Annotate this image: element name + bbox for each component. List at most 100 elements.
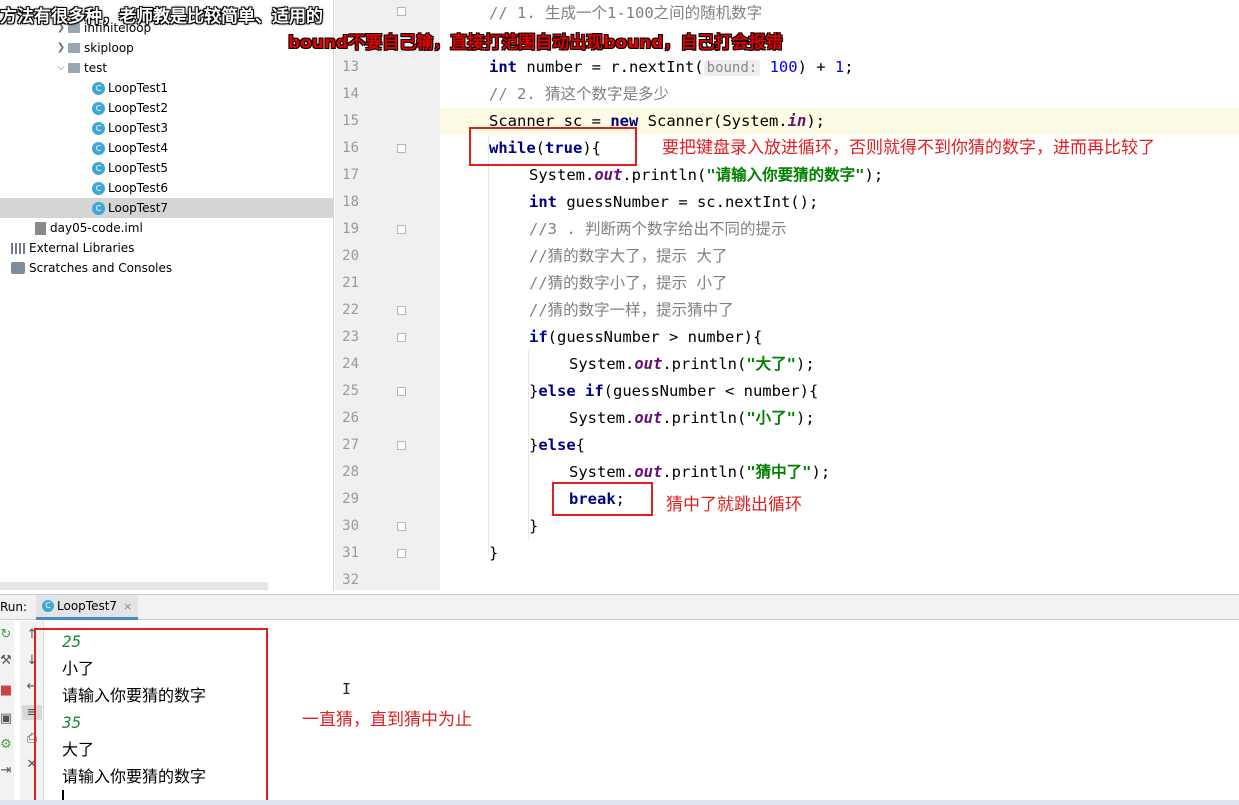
tree-item-looptest1[interactable]: C LoopTest1 — [92, 78, 168, 98]
code-line-12[interactable]: // 1. 生成一个1-100之间的随机数字 — [489, 0, 762, 27]
run-tab-looptest7[interactable]: C LoopTest7 × — [36, 595, 139, 620]
line-number: 26 — [342, 410, 359, 426]
tree-item-scratches[interactable]: Scratches and Consoles — [11, 258, 172, 278]
tree-item-looptest7[interactable]: C LoopTest7 — [0, 198, 333, 218]
line-number: 20 — [342, 248, 359, 264]
code-text: (guessNumber > number){ — [547, 328, 763, 346]
code-comment: // 1. 生成一个1-100之间的随机数字 — [489, 4, 763, 22]
annotation-break-note: 猜中了就跳出循环 — [666, 495, 802, 515]
line-number: 15 — [342, 113, 359, 129]
code-comment: // 2. 猜这个数字是多少 — [489, 85, 669, 103]
code-field: in — [787, 112, 807, 130]
chevron-right-icon[interactable]: ❯ — [54, 38, 68, 58]
module-file-icon — [35, 221, 46, 235]
tree-item-label: LoopTest3 — [108, 121, 169, 135]
fold-marker-icon[interactable] — [397, 225, 406, 234]
run-label: Run: — [0, 600, 28, 614]
annotation-box-break — [552, 482, 653, 516]
code-line-18[interactable]: int guessNumber = sc.nextInt(); — [529, 189, 818, 216]
stop-icon[interactable]: ■ — [0, 683, 16, 698]
tree-item-label: External Libraries — [29, 241, 135, 255]
tree-item-label: LoopTest5 — [108, 161, 169, 175]
code-keyword: else if — [538, 382, 604, 400]
tree-item-label: LoopTest7 — [108, 201, 169, 215]
tree-item-label: skiploop — [84, 41, 134, 55]
fold-marker-icon[interactable] — [397, 7, 406, 16]
close-icon[interactable]: × — [123, 600, 132, 613]
run-panel-header: Run: C LoopTest7 × — [0, 594, 1239, 620]
line-number: 22 — [342, 302, 359, 318]
tree-item-external-libraries[interactable]: External Libraries — [11, 238, 134, 258]
code-keyword: if — [529, 328, 548, 346]
code-line-14[interactable]: // 2. 猜这个数字是多少 — [489, 81, 669, 108]
code-text: System. — [569, 355, 635, 373]
tree-item-test[interactable]: ⌵ test — [54, 58, 107, 78]
line-number: 19 — [342, 221, 359, 237]
code-text: } — [529, 517, 539, 535]
tree-item-looptest6[interactable]: C LoopTest6 — [92, 178, 168, 198]
code-line-20[interactable]: //猜的数字大了，提示 大了 — [529, 243, 728, 270]
code-field: out — [634, 463, 663, 481]
code-line-13[interactable]: int number = r.nextInt(bound: 100) + 1; — [489, 54, 854, 81]
line-number: 30 — [342, 518, 359, 534]
code-line-31[interactable]: } — [489, 540, 498, 567]
code-text: } — [529, 382, 539, 400]
code-line-22[interactable]: //猜的数字一样，提示猜中了 — [529, 297, 734, 324]
code-string: "请输入你要猜的数字" — [706, 166, 865, 184]
tree-item-label: LoopTest2 — [108, 101, 169, 115]
tree-item-label: day05-code.iml — [50, 221, 143, 235]
code-line-30[interactable]: } — [529, 513, 538, 540]
java-class-icon: C — [92, 141, 105, 155]
line-number: 14 — [342, 86, 359, 102]
code-text: } — [489, 544, 499, 562]
code-line-25[interactable]: }else if(guessNumber < number){ — [529, 378, 818, 405]
code-line-23[interactable]: if(guessNumber > number){ — [529, 324, 762, 351]
tree-item-looptest3[interactable]: C LoopTest3 — [92, 118, 168, 138]
code-line-19[interactable]: //3 . 判断两个数字给出不同的提示 — [529, 216, 787, 243]
fold-marker-icon[interactable] — [397, 387, 406, 396]
line-number: 29 — [342, 491, 359, 507]
wrench-icon[interactable]: ⚒ — [0, 653, 16, 668]
code-line-27[interactable]: }else{ — [529, 432, 585, 459]
code-text: System. — [569, 463, 635, 481]
fold-marker-icon[interactable] — [397, 333, 406, 342]
rerun-icon[interactable]: ↻ — [0, 627, 16, 642]
tree-item-iml-file[interactable]: day05-code.iml — [35, 218, 143, 238]
annotation-console-note: 一直猜，直到猜中为止 — [302, 710, 472, 730]
fold-marker-icon[interactable] — [397, 549, 406, 558]
fold-marker-icon[interactable] — [397, 522, 406, 531]
annotation-box-console — [34, 628, 268, 805]
editor-gutter: 13 14 15 16 17 18 19 20 21 22 23 24 25 2… — [335, 0, 440, 590]
fold-marker-icon[interactable] — [397, 441, 406, 450]
code-text: ); — [796, 355, 815, 373]
horizontal-scrollbar[interactable] — [0, 582, 268, 590]
code-text: .println( — [622, 166, 707, 184]
line-number: 32 — [342, 572, 359, 588]
tree-item-looptest4[interactable]: C LoopTest4 — [92, 138, 168, 158]
login-icon[interactable]: ⇥ — [0, 763, 16, 778]
java-class-icon: C — [42, 600, 54, 612]
tree-item-skiploop[interactable]: ❯ skiploop — [54, 38, 134, 58]
indent-guide — [488, 135, 489, 555]
code-line-17[interactable]: System.out.println("请输入你要猜的数字"); — [529, 162, 883, 189]
code-text: { — [575, 436, 586, 454]
code-number: 100 — [769, 58, 798, 76]
code-line-21[interactable]: //猜的数字小了，提示 小了 — [529, 270, 728, 297]
code-keyword: else — [538, 436, 576, 454]
settings-icon[interactable]: ⚙ — [0, 737, 16, 752]
code-text: ); — [806, 112, 825, 130]
code-text: ; — [844, 58, 854, 76]
chevron-down-icon[interactable]: ⌵ — [54, 58, 68, 78]
line-number: 17 — [342, 167, 359, 183]
libraries-icon — [11, 242, 25, 254]
code-text: ); — [864, 166, 884, 184]
code-line-26[interactable]: System.out.println("小了"); — [569, 405, 815, 432]
fold-marker-icon[interactable] — [397, 306, 406, 315]
video-caption-bound: bound不要自己输，直接打范围自动出现bound，自己打会报错 — [288, 33, 783, 53]
code-text: } — [529, 436, 539, 454]
fold-marker-icon[interactable] — [397, 144, 406, 153]
tree-item-looptest2[interactable]: C LoopTest2 — [92, 98, 168, 118]
code-line-24[interactable]: System.out.println("大了"); — [569, 351, 815, 378]
tree-item-looptest5[interactable]: C LoopTest5 — [92, 158, 168, 178]
camera-icon[interactable]: ▣ — [0, 711, 16, 726]
